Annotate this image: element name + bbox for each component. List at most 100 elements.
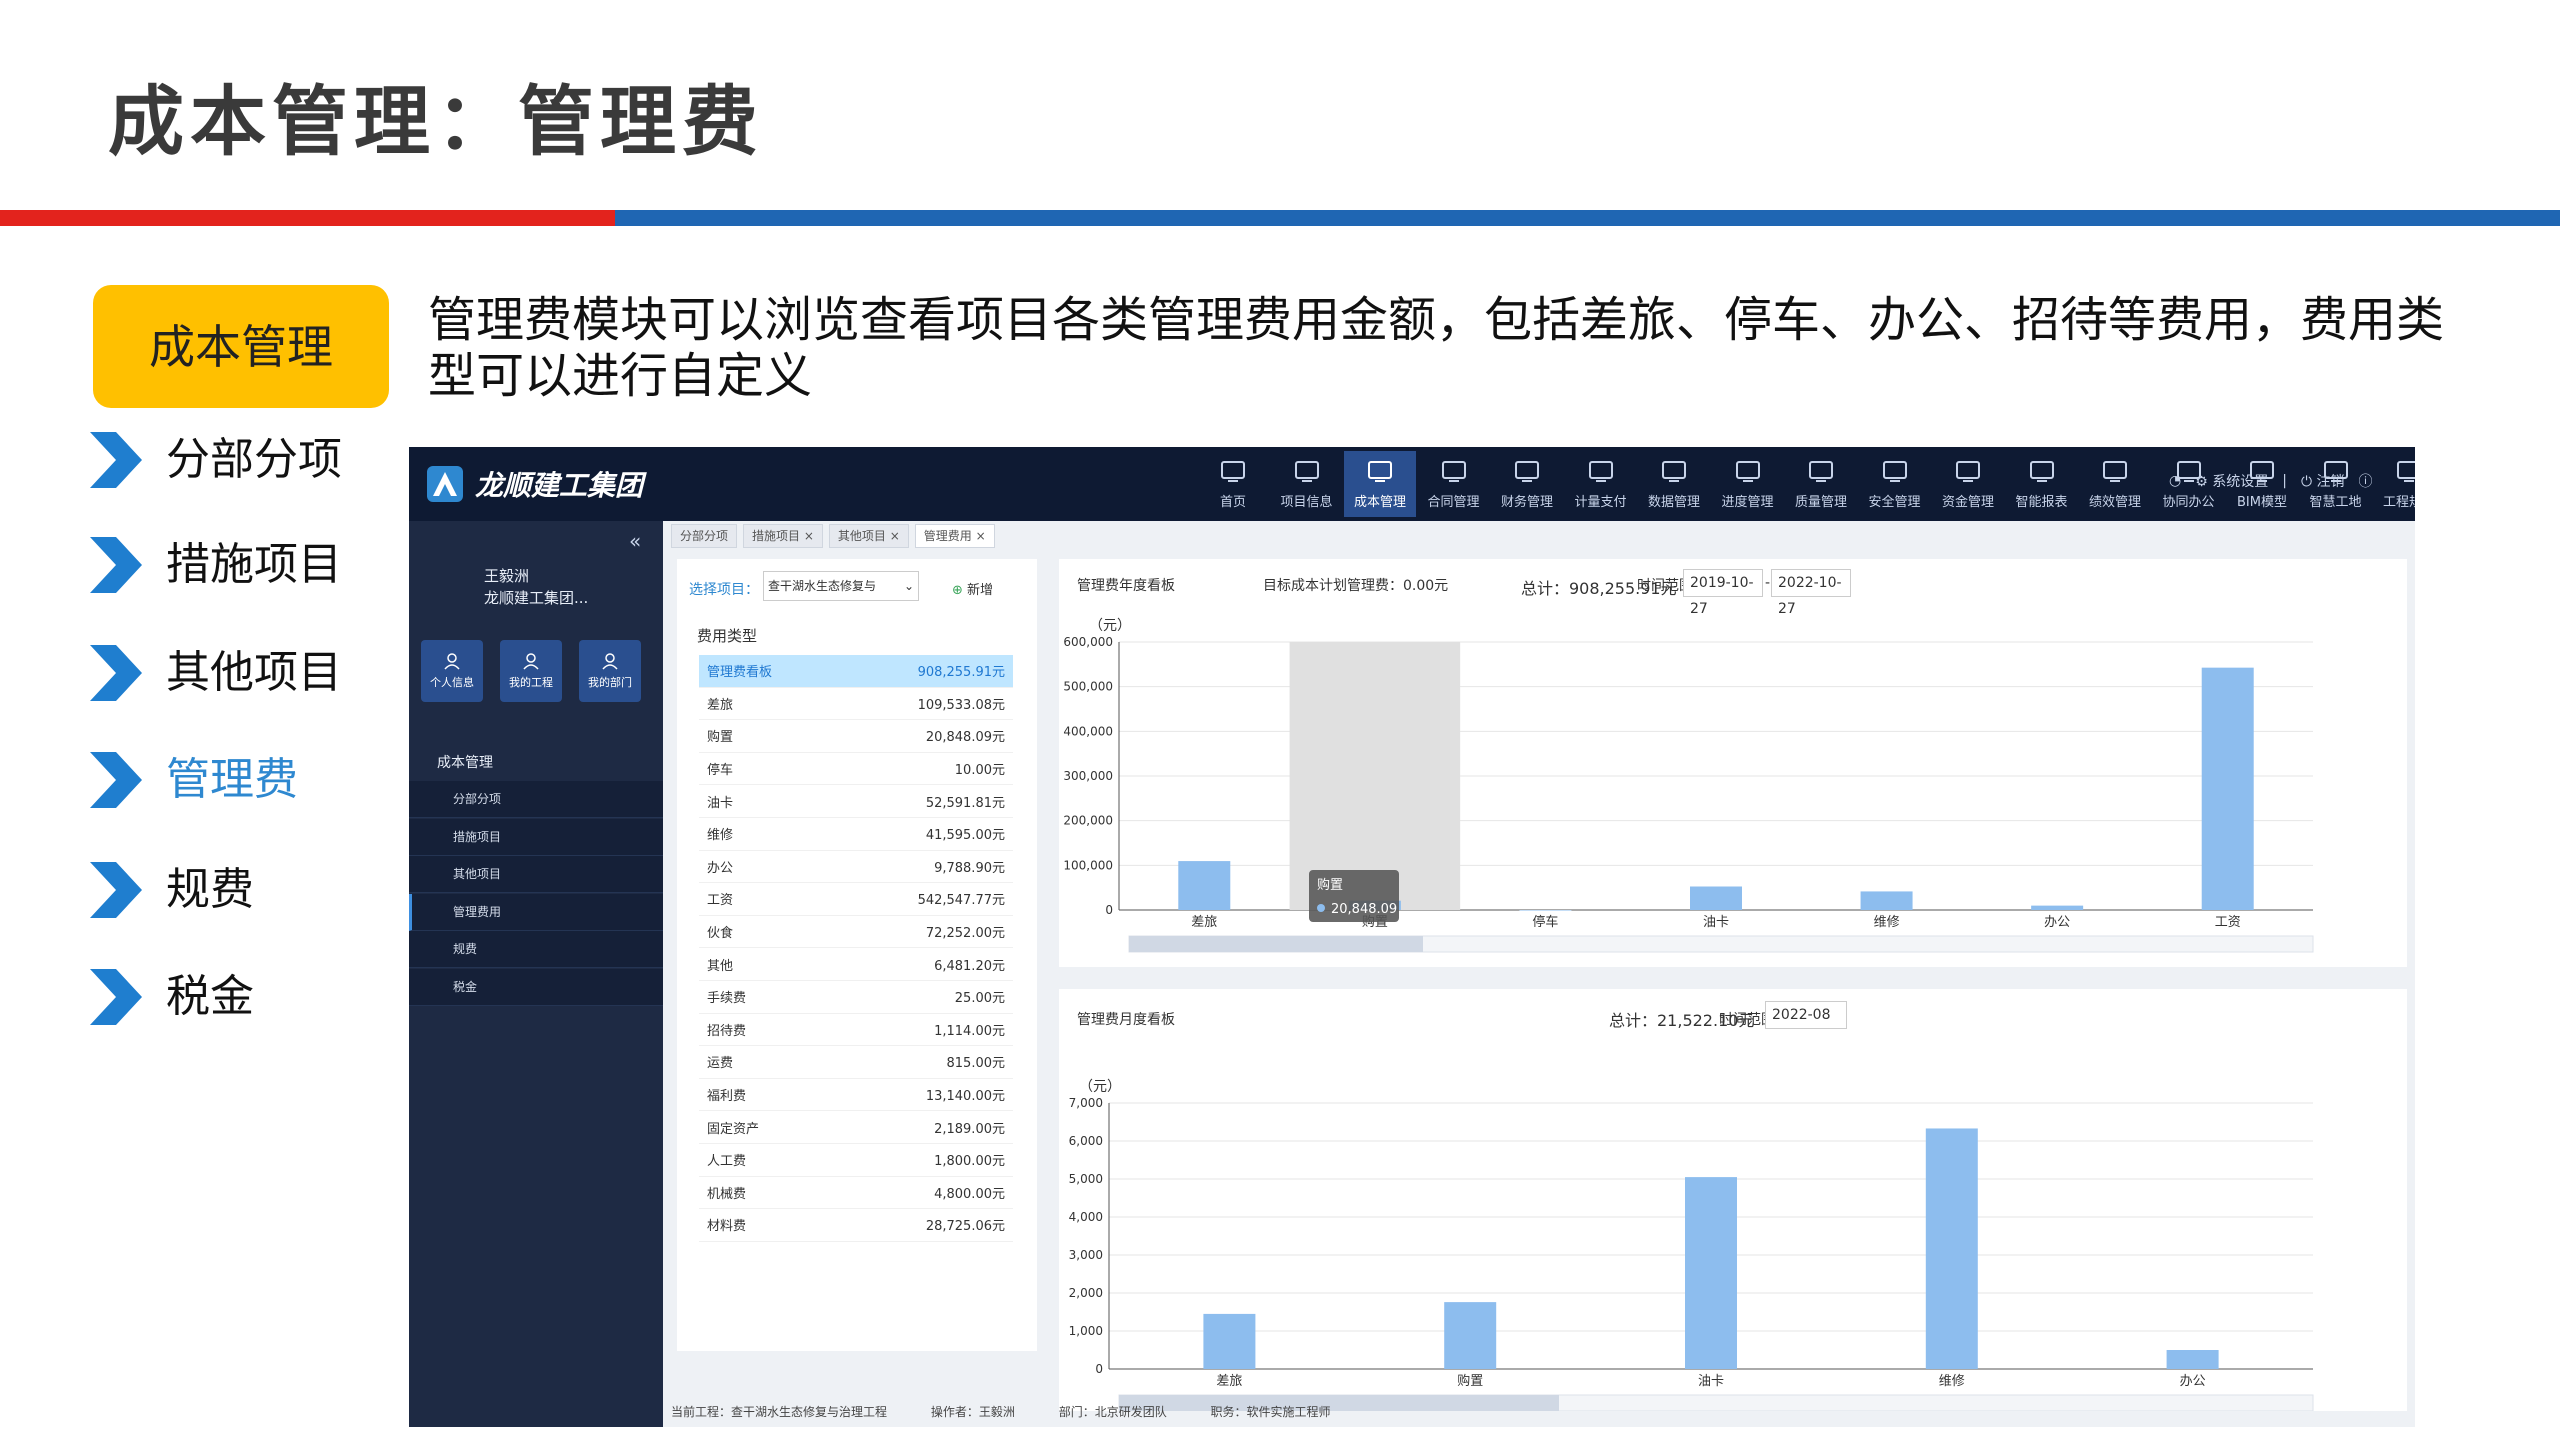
top-menu-item[interactable]: 数据管理 <box>1638 451 1710 517</box>
chevron-right-icon <box>90 969 142 1025</box>
fee-row[interactable]: 材料费 28,725.06元 <box>699 1209 1013 1242</box>
y-tick-label: 500,000 <box>1063 680 1113 694</box>
fee-name: 伙食 <box>707 926 734 942</box>
fee-name: 福利费 <box>707 1089 747 1105</box>
y-tick-label: 100,000 <box>1063 858 1113 872</box>
top-menu-item[interactable]: 绩效管理 <box>2079 451 2151 517</box>
fee-name: 招待费 <box>707 1023 747 1039</box>
quick-link-label: 我的部门 <box>588 676 632 689</box>
nav-item[interactable]: 管理费 <box>86 745 298 815</box>
user-name: 王毅洲 <box>484 567 530 585</box>
top-menu-label: 进度管理 <box>1721 494 1774 510</box>
fee-row[interactable]: 管理费看板 908,255.91元 <box>699 655 1013 688</box>
safety-icon <box>1882 460 1907 482</box>
top-menu-item[interactable]: 进度管理 <box>1712 451 1784 517</box>
fee-amount: 2,189.00元 <box>934 1121 1005 1137</box>
fee-amount: 25.00元 <box>954 991 1005 1007</box>
top-menu-label: BIM模型 <box>2237 494 2287 510</box>
fee-row[interactable]: 工资 542,547.77元 <box>699 883 1013 916</box>
fee-amount: 542,547.77元 <box>917 893 1005 909</box>
settings-link[interactable]: ⚙ 系统设置 <box>2195 471 2268 491</box>
submenu-item[interactable]: 税金 <box>409 968 663 1006</box>
chevron-right-icon <box>90 432 142 488</box>
nav-item[interactable]: 措施项目 <box>86 530 342 600</box>
x-tick-label: 工资 <box>2215 915 2241 930</box>
fee-amount: 52,591.81元 <box>925 795 1005 811</box>
top-menu-label: 财务管理 <box>1500 494 1553 510</box>
fee-name: 手续费 <box>707 991 747 1007</box>
fee-row[interactable]: 购置 20,848.09元 <box>699 720 1013 753</box>
quick-link[interactable]: 我的工程 <box>500 640 562 702</box>
nav-item-label: 税金 <box>166 971 254 1022</box>
nav-item-label: 规费 <box>166 864 254 915</box>
top-menu-item[interactable]: 安全管理 <box>1859 451 1931 517</box>
fee-row[interactable]: 福利费 13,140.00元 <box>699 1079 1013 1112</box>
fee-row[interactable]: 其他 6,481.20元 <box>699 948 1013 981</box>
top-menu-item[interactable]: 合同管理 <box>1418 451 1490 517</box>
tab[interactable]: 措施项目 × <box>743 524 823 548</box>
top-menu-item[interactable]: 智能报表 <box>2006 451 2078 517</box>
nav-item[interactable]: 规费 <box>86 855 254 925</box>
fee-amount: 9,788.90元 <box>934 860 1005 876</box>
fee-row[interactable]: 办公 9,788.90元 <box>699 851 1013 884</box>
top-menu-item[interactable]: 资金管理 <box>1932 451 2004 517</box>
tab[interactable]: 管理费用 × <box>914 524 995 548</box>
tab[interactable]: 其他项目 × <box>828 524 909 548</box>
logout-link[interactable]: ⏻ 注销 <box>2301 471 2345 491</box>
tab[interactable]: 分部分项 <box>671 524 738 548</box>
fee-type-panel: 选择项目： 查干湖水生态修复与 ⌄ ⊕ 新增 费用类型 管理费看板 908,255.… <box>677 559 1037 1351</box>
nav-item[interactable]: 其他项目 <box>86 638 342 708</box>
monthly-chart-card: 管理费月度看板 总计：21,522.10元 时间范围： 2022-08 （元） 7… <box>1059 989 2407 1411</box>
fee-row[interactable]: 固定资产 2,189.00元 <box>699 1111 1013 1144</box>
top-menu-item[interactable]: 成本管理 <box>1344 451 1416 517</box>
plus-circle-icon: ⊕ <box>952 583 968 598</box>
top-menu-item[interactable]: 首页 <box>1197 451 1269 517</box>
top-menu-label: 合同管理 <box>1427 494 1480 510</box>
project-select[interactable]: 查干湖水生态修复与 ⌄ <box>763 571 919 601</box>
fee-name: 工资 <box>707 893 734 909</box>
submenu-item[interactable]: 分部分项 <box>409 781 663 818</box>
fee-row[interactable]: 招待费 1,114.00元 <box>699 1014 1013 1047</box>
fee-row[interactable]: 停车 10.00元 <box>699 753 1013 786</box>
fee-row[interactable]: 维修 41,595.00元 <box>699 818 1013 851</box>
fee-row[interactable]: 机械费 4,800.00元 <box>699 1177 1013 1210</box>
fee-name: 购置 <box>707 730 734 746</box>
fee-row[interactable]: 人工费 1,800.00元 <box>699 1144 1013 1177</box>
message-icon[interactable]: ◔ <box>2169 473 2181 489</box>
top-menu-label: 安全管理 <box>1868 494 1921 510</box>
fee-row[interactable]: 手续费 25.00元 <box>699 981 1013 1014</box>
progress-icon <box>1735 460 1760 482</box>
fee-row[interactable]: 差旅 109,533.08元 <box>699 688 1013 721</box>
footer-role: 职务：软件实施工程师 <box>1210 1405 1331 1419</box>
intro-text: 管理费模块可以浏览查看项目各类管理费用金额，包括差旅、停车、办公、招待等费用，费… <box>428 292 2445 404</box>
submenu-item[interactable]: 规费 <box>409 931 663 968</box>
top-menu-item[interactable]: 计量支付 <box>1565 451 1637 517</box>
fee-row[interactable]: 运费 815.00元 <box>699 1046 1013 1079</box>
fee-row[interactable]: 伙食 72,252.00元 <box>699 916 1013 949</box>
fee-name: 其他 <box>707 958 734 974</box>
bar <box>1178 861 1231 910</box>
logo-mark-icon <box>427 466 463 502</box>
quick-link[interactable]: 我的部门 <box>579 640 641 702</box>
bar <box>1685 1177 1737 1369</box>
submenu-item[interactable]: 措施项目 <box>409 818 663 856</box>
logout-label: 注销 <box>2316 474 2345 490</box>
menu-head[interactable]: 成本管理 <box>409 745 663 781</box>
submenu-item[interactable]: 其他项目 <box>409 856 663 893</box>
top-menu-item[interactable]: 财务管理 <box>1491 451 1563 517</box>
nav-item[interactable]: 税金 <box>86 962 254 1032</box>
collapse-sidebar-icon[interactable]: « <box>629 529 641 553</box>
top-menu-item[interactable]: 工程规范 <box>2373 451 2415 517</box>
top-menu-item[interactable]: 质量管理 <box>1785 451 1857 517</box>
info-icon[interactable]: ⓘ <box>2358 471 2372 491</box>
nav-item[interactable]: 分部分项 <box>86 425 342 495</box>
quick-link[interactable]: 个人信息 <box>421 640 483 702</box>
top-menu-item[interactable]: 项目信息 <box>1271 451 1343 517</box>
fee-name: 差旅 <box>707 697 734 713</box>
app-logo[interactable]: 龙顺建工集团 <box>425 461 675 507</box>
data-icon <box>1662 460 1686 482</box>
add-button[interactable]: ⊕ 新增 <box>952 579 993 598</box>
nav-item-label: 其他项目 <box>166 647 342 698</box>
fee-row[interactable]: 油卡 52,591.81元 <box>699 785 1013 818</box>
submenu-item[interactable]: 管理费用 <box>409 893 663 931</box>
